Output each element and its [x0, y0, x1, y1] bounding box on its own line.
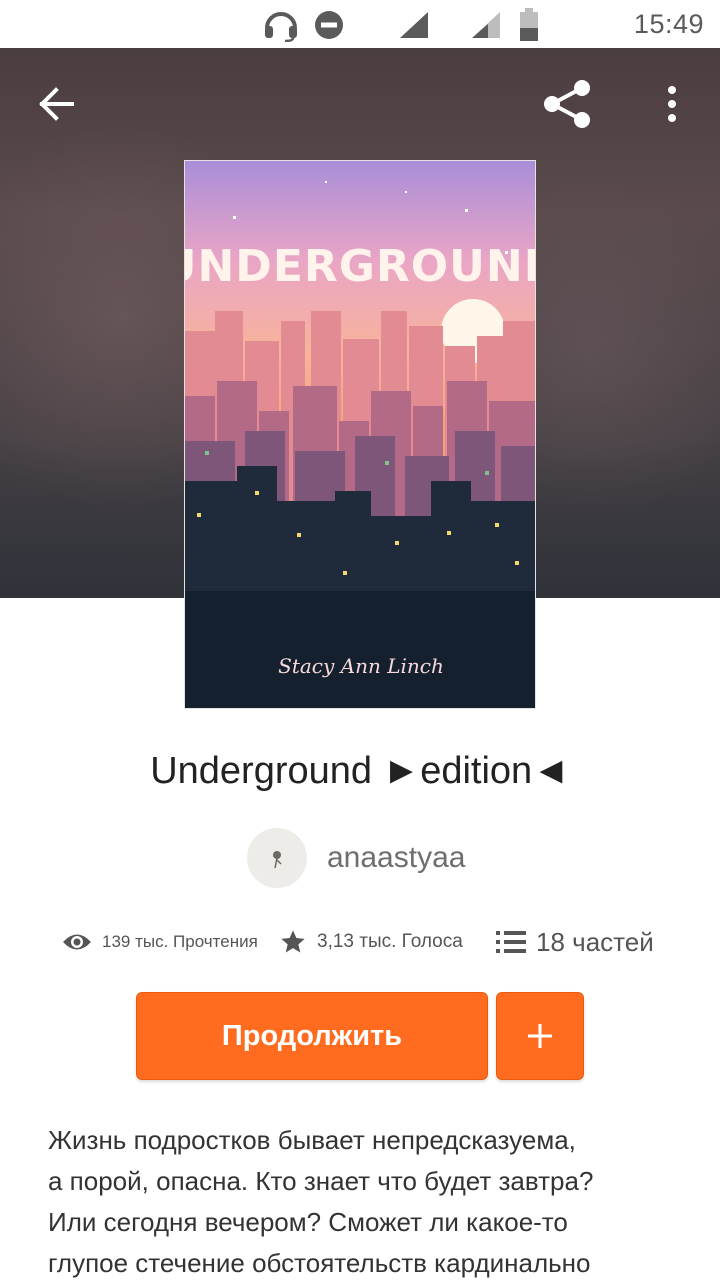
cover-art: UNDERGROUND Stacy Ann Linch — [185, 161, 536, 708]
back-button[interactable] — [30, 82, 82, 126]
author-name[interactable]: anaastyaa — [327, 841, 465, 875]
votes-count: 3,13 тыс. Голоса — [317, 931, 463, 952]
eye-icon — [63, 934, 91, 950]
author-avatar[interactable] — [247, 828, 307, 888]
continue-reading-button[interactable]: Продолжить — [136, 992, 488, 1080]
battery-icon — [520, 8, 538, 41]
author-link[interactable]: anaastyaa — [247, 828, 465, 888]
star-icon — [281, 930, 305, 953]
status-bar: 15:49 — [0, 0, 720, 48]
story-title: Underground ►edition◄ — [150, 750, 570, 792]
cover-title-art: UNDERGROUND — [185, 241, 536, 292]
more-options-button[interactable] — [656, 82, 688, 126]
cover-author-art: Stacy Ann Linch — [278, 654, 444, 678]
votes-stat: 3,13 тыс. Голоса — [279, 920, 463, 964]
description-line: а порой, опасна. Кто знает что будет зав… — [48, 1166, 594, 1196]
reads-count: 139 тыс. Прочтения — [102, 932, 258, 951]
share-button[interactable] — [540, 76, 596, 132]
parts-stat[interactable]: 18 частей — [496, 920, 654, 964]
more-vert-icon — [668, 86, 676, 122]
signal-weak-icon — [472, 12, 500, 38]
list-icon — [496, 931, 526, 953]
back-arrow-icon — [39, 87, 74, 121]
continue-reading-label: Продолжить — [221, 1019, 403, 1052]
reads-stat: 139 тыс. Прочтения — [62, 920, 258, 964]
plus-icon — [528, 1024, 552, 1048]
parts-count: 18 частей — [536, 926, 654, 957]
avatar-flower-icon — [273, 851, 282, 869]
do-not-disturb-icon — [315, 11, 343, 39]
signal-icon — [400, 12, 428, 38]
story-stats: 139 тыс. Прочтения 3,13 тыс. Голоса 18 ч… — [0, 920, 720, 964]
headset-icon — [265, 12, 297, 42]
description-line: глупое стечение обстоятельств кардинальн… — [48, 1248, 591, 1278]
add-to-library-button[interactable] — [496, 992, 584, 1080]
status-time: 15:49 — [633, 8, 704, 39]
share-icon — [544, 80, 590, 128]
story-cover[interactable]: UNDERGROUND Stacy Ann Linch — [184, 160, 536, 709]
status-icons — [262, 8, 540, 42]
story-description[interactable]: Жизнь подростков бывает непредсказуема, … — [48, 1120, 668, 1280]
description-line: Жизнь подростков бывает непредсказуема, — [48, 1125, 576, 1155]
description-line: Или сегодня вечером? Сможет ли какое-то — [48, 1207, 568, 1237]
